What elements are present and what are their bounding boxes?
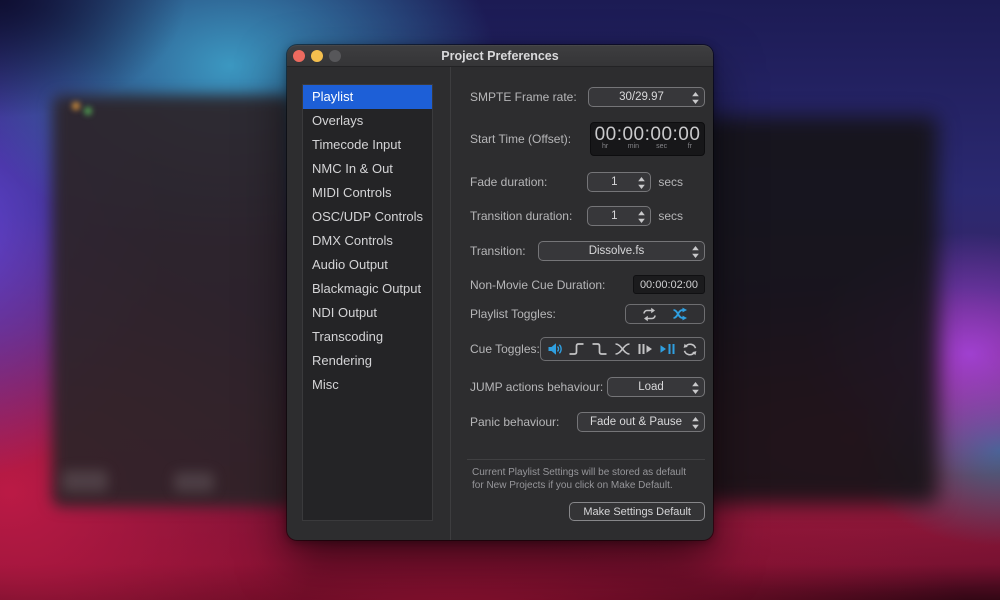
transition-duration-value: 1	[611, 210, 627, 222]
stepper-arrows-icon	[692, 92, 699, 104]
non-movie-cue-duration-value: 00:00:02:00	[640, 279, 698, 291]
non-movie-cue-duration-field[interactable]: 00:00:02:00	[633, 275, 705, 294]
fade-duration-stepper[interactable]: 1	[587, 172, 651, 192]
smpte-frame-rate-value: 30/29.97	[619, 91, 674, 103]
sidebar-item-nmc-in-out[interactable]: NMC In & Out	[303, 157, 432, 181]
panic-behaviour-value: Fade out & Pause	[590, 416, 692, 428]
sidebar-item-rendering[interactable]: Rendering	[303, 349, 432, 373]
blurred-background-window-right	[700, 116, 938, 504]
stepper-arrows-icon	[692, 246, 699, 258]
stepper-arrows-icon	[692, 417, 699, 429]
sidebar-item-ndi-output[interactable]: NDI Output	[303, 301, 432, 325]
jump-actions-behaviour-value: Load	[638, 381, 674, 393]
footer-divider	[467, 459, 705, 460]
pause-advance-icon[interactable]	[637, 342, 654, 356]
crossfade-icon[interactable]	[614, 342, 631, 356]
stepper-arrows-icon	[638, 177, 645, 189]
blurred-traffic-light-green	[84, 107, 92, 115]
speaker-icon[interactable]	[547, 342, 563, 356]
fade-in-icon[interactable]	[568, 342, 585, 356]
make-settings-default-button[interactable]: Make Settings Default	[569, 502, 705, 521]
sidebar-item-overlays[interactable]: Overlays	[303, 109, 432, 133]
cue-toggles-label: Cue Toggles:	[470, 342, 540, 356]
transition-duration-units: secs	[658, 209, 683, 223]
make-default-note: Current Playlist Settings will be stored…	[472, 466, 700, 492]
transition-duration-stepper[interactable]: 1	[587, 206, 651, 226]
sidebar-item-blackmagic-output[interactable]: Blackmagic Output	[303, 277, 432, 301]
sidebar-item-misc[interactable]: Misc	[303, 373, 432, 397]
sidebar-item-timecode-input[interactable]: Timecode Input	[303, 133, 432, 157]
playlist-toggles-label: Playlist Toggles:	[470, 307, 556, 321]
sidebar-item-osc-udp-controls[interactable]: OSC/UDP Controls	[303, 205, 432, 229]
blurred-background-button	[62, 470, 108, 492]
project-preferences-dialog: Project Preferences Playlist Overlays Ti…	[287, 45, 713, 540]
playlist-toggles-group	[625, 304, 705, 324]
blurred-background-window-left	[52, 95, 292, 507]
title-bar[interactable]: Project Preferences	[287, 45, 713, 67]
timecode-unit-labels: hr min sec fr	[591, 143, 704, 150]
transition-label: Transition:	[470, 244, 526, 258]
panel-divider	[450, 67, 451, 540]
transition-select[interactable]: Dissolve.fs	[538, 241, 705, 261]
blurred-traffic-light-orange	[72, 102, 80, 110]
fade-duration-value: 1	[611, 176, 627, 188]
window-title: Project Preferences	[287, 45, 713, 66]
smpte-frame-rate-label: SMPTE Frame rate:	[470, 90, 577, 104]
sidebar-item-audio-output[interactable]: Audio Output	[303, 253, 432, 277]
fade-out-icon[interactable]	[591, 342, 608, 356]
fade-duration-label: Fade duration:	[470, 175, 547, 189]
sidebar-item-transcoding[interactable]: Transcoding	[303, 325, 432, 349]
sidebar-item-playlist[interactable]: Playlist	[303, 85, 432, 109]
smpte-frame-rate-select[interactable]: 30/29.97	[588, 87, 705, 107]
stepper-arrows-icon	[692, 382, 699, 394]
blurred-background-button	[174, 472, 214, 492]
non-movie-cue-duration-label: Non-Movie Cue Duration:	[470, 278, 605, 292]
fade-duration-units: secs	[658, 175, 683, 189]
cue-toggles-group	[540, 337, 705, 361]
sidebar-item-dmx-controls[interactable]: DMX Controls	[303, 229, 432, 253]
panic-behaviour-select[interactable]: Fade out & Pause	[577, 412, 705, 432]
transition-duration-label: Transition duration:	[470, 209, 572, 223]
stepper-arrows-icon	[638, 211, 645, 223]
desktop-wallpaper: Project Preferences Playlist Overlays Ti…	[0, 0, 1000, 600]
transition-value: Dissolve.fs	[589, 245, 655, 257]
start-time-label: Start Time (Offset):	[470, 132, 571, 146]
preferences-sidebar: Playlist Overlays Timecode Input NMC In …	[302, 84, 433, 521]
jump-actions-behaviour-label: JUMP actions behaviour:	[470, 380, 603, 394]
start-time-timecode-field[interactable]: 00:00:00:00 hr min sec fr	[590, 122, 705, 156]
jump-actions-behaviour-select[interactable]: Load	[607, 377, 705, 397]
refresh-icon[interactable]	[682, 342, 698, 357]
panic-behaviour-label: Panic behaviour:	[470, 415, 559, 429]
repeat-icon[interactable]	[641, 307, 658, 322]
advance-pause-icon[interactable]	[659, 342, 676, 356]
sidebar-item-midi-controls[interactable]: MIDI Controls	[303, 181, 432, 205]
shuffle-icon[interactable]	[672, 307, 689, 321]
